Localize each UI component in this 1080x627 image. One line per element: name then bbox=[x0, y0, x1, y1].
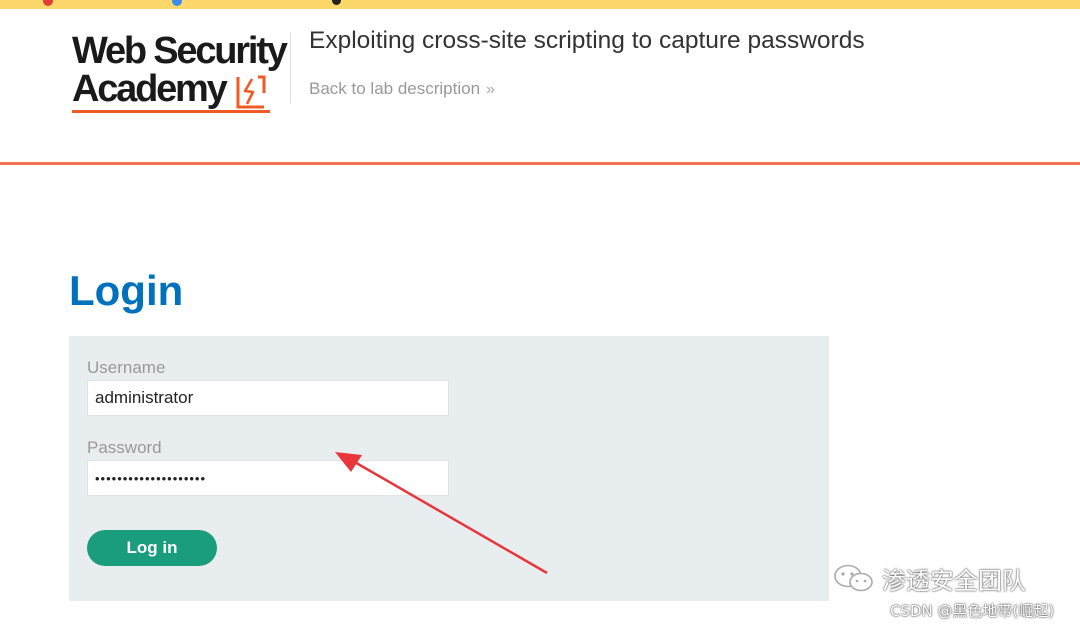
lightning-bolt-icon bbox=[236, 75, 266, 109]
lab-header: Web Security Academy Exploiting cross-si… bbox=[0, 9, 1080, 162]
header-divider bbox=[290, 33, 291, 103]
logo-underline bbox=[72, 110, 270, 113]
page-title: Login bbox=[69, 267, 184, 314]
team-watermark: 渗透安全团队 bbox=[832, 562, 1026, 595]
back-link-label: Back to lab description bbox=[309, 79, 481, 98]
csdn-watermark: CSDN @黑色地带(崛起) bbox=[890, 602, 1055, 620]
logo-line-1: Web Security bbox=[72, 30, 288, 72]
browser-top-strip bbox=[0, 0, 1080, 9]
username-field[interactable] bbox=[87, 380, 449, 416]
web-security-academy-logo[interactable]: Web Security Academy bbox=[72, 31, 292, 117]
double-chevron-right-icon: » bbox=[486, 81, 495, 98]
username-label: Username bbox=[87, 358, 166, 377]
header-orange-rule bbox=[0, 162, 1080, 165]
lab-title: Exploiting cross-site scripting to captu… bbox=[309, 27, 865, 54]
browser-tab-icon bbox=[43, 0, 53, 6]
team-name-text: 渗透安全团队 bbox=[882, 566, 1026, 595]
browser-tab-icon bbox=[332, 0, 341, 5]
login-form: Username Password Log in bbox=[69, 336, 829, 601]
browser-tab-icon bbox=[172, 0, 182, 6]
logo-line-2: Academy bbox=[72, 68, 228, 110]
login-button[interactable]: Log in bbox=[87, 530, 217, 566]
lab-page: Web Security Academy Exploiting cross-si… bbox=[0, 0, 1080, 627]
password-field[interactable] bbox=[87, 460, 449, 496]
password-label: Password bbox=[87, 438, 162, 457]
back-to-lab-description-link[interactable]: Back to lab description » bbox=[309, 79, 495, 100]
wechat-icon bbox=[834, 564, 873, 592]
